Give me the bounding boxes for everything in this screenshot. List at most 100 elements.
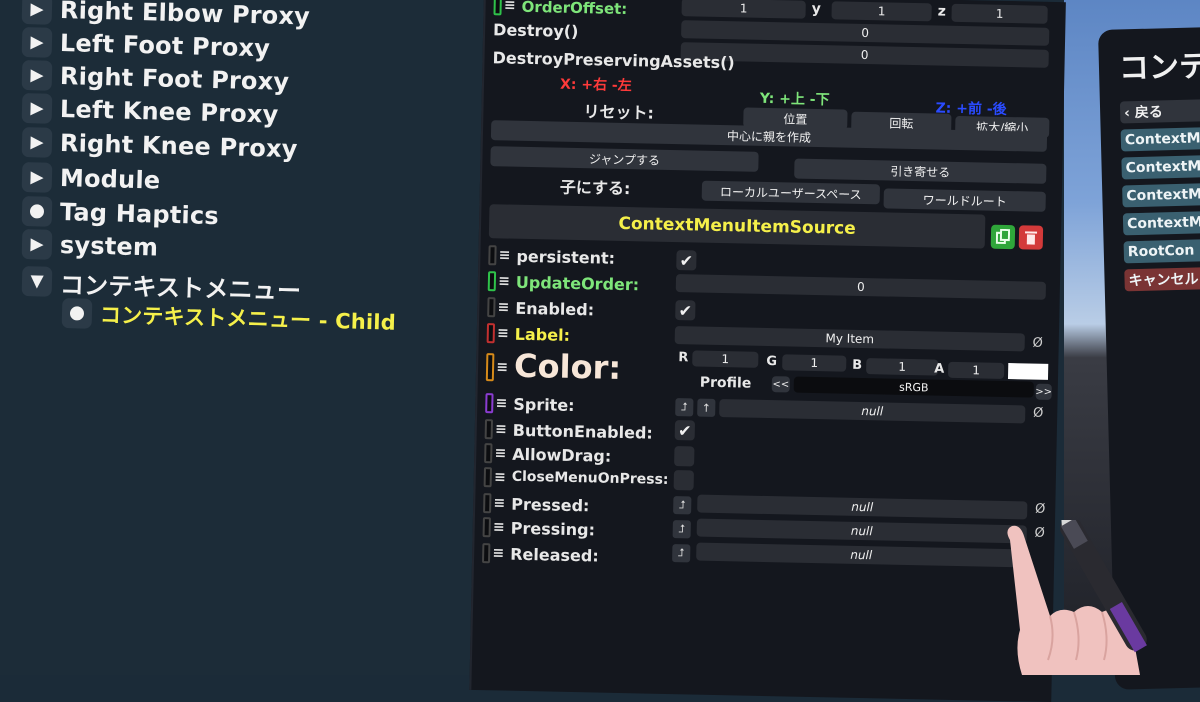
- jump-to-reference-icon[interactable]: ⮥: [673, 496, 692, 515]
- field-handle[interactable]: ≡: [483, 466, 506, 488]
- hierarchy-item-module[interactable]: ▶ Module: [21, 162, 161, 196]
- context-menu-item[interactable]: RootCon: [1123, 238, 1200, 264]
- field-handle[interactable]: ≡: [486, 322, 509, 344]
- clear-icon[interactable]: Ø: [1031, 335, 1045, 350]
- hierarchy-item-tag-haptics[interactable]: Tag Haptics: [21, 196, 220, 231]
- local-user-space-button[interactable]: ローカルユーザースペース: [701, 180, 881, 205]
- hierarchy-item-label: Right Elbow Proxy: [59, 0, 311, 31]
- color-b-field[interactable]: 1: [866, 358, 939, 376]
- context-menu-item[interactable]: ContextM: [1122, 210, 1200, 236]
- expand-triangle-icon[interactable]: ▶: [21, 229, 53, 260]
- hierarchy-item-left-foot-proxy[interactable]: ▶ Left Foot Proxy: [21, 27, 271, 63]
- released-field[interactable]: null: [696, 542, 1027, 568]
- expand-triangle-icon[interactable]: ▶: [21, 93, 53, 124]
- close-menu-on-press-label: CloseMenuOnPress:: [511, 468, 669, 488]
- pressed-label: Pressed:: [511, 494, 590, 516]
- hierarchy-item-label: Module: [59, 163, 161, 195]
- hierarchy-item-system[interactable]: ▶ system: [21, 229, 159, 263]
- position-z-field[interactable]: 1: [951, 3, 1048, 24]
- field-handle[interactable]: ≡: [483, 492, 505, 514]
- hierarchy-item-context-menu-child[interactable]: コンテキストメニュー - Child: [61, 298, 397, 337]
- hierarchy-item-left-knee-proxy[interactable]: ▶ Left Knee Proxy: [21, 93, 279, 130]
- cancel-button[interactable]: キャンセル: [1124, 266, 1200, 292]
- reset-label: リセット:: [583, 102, 655, 123]
- hierarchy-item-label: Left Knee Proxy: [59, 94, 279, 129]
- position-z-axis-label: z: [937, 3, 946, 20]
- field-handle[interactable]: ≡: [485, 392, 508, 414]
- color-g-label: G: [766, 353, 778, 370]
- hierarchy-item-label: Right Knee Proxy: [59, 128, 298, 164]
- position-y-field[interactable]: 1: [831, 1, 932, 22]
- clear-icon[interactable]: Ø: [1033, 501, 1047, 516]
- order-offset-field[interactable]: 0: [681, 20, 1050, 46]
- component-header[interactable]: ContextMenuItemSource: [488, 204, 986, 249]
- label-label: Label:: [514, 324, 571, 345]
- jump-to-reference-icon[interactable]: ⮥: [675, 398, 694, 417]
- clear-icon[interactable]: Ø: [1031, 405, 1045, 420]
- axis-y-hint: Y: +上 -下: [759, 90, 830, 109]
- button-enabled-label: ButtonEnabled:: [512, 420, 653, 443]
- context-menu-item[interactable]: ContextM: [1120, 126, 1200, 152]
- destroy-preserving-assets-button[interactable]: DestroyPreservingAssets(): [492, 48, 735, 72]
- persistent-label: persistent:: [516, 246, 616, 268]
- button-enabled-checkbox[interactable]: ✔: [674, 420, 696, 441]
- color-r-field[interactable]: 1: [692, 350, 759, 368]
- context-menu-item[interactable]: ContextM: [1122, 182, 1200, 208]
- jump-to-reference-icon[interactable]: ⮥: [672, 520, 691, 539]
- expand-triangle-icon[interactable]: ▶: [21, 162, 53, 193]
- field-handle[interactable]: ≡: [481, 542, 504, 564]
- expand-triangle-icon[interactable]: ▶: [21, 0, 53, 25]
- bring-to-button[interactable]: 引き寄せる: [794, 158, 1047, 184]
- context-menu-item[interactable]: ContextM: [1121, 154, 1200, 180]
- jump-to-reference-icon[interactable]: ⮥: [672, 544, 691, 563]
- trash-icon[interactable]: [1018, 225, 1044, 250]
- order-offset-label: OrderOffset:: [521, 0, 628, 19]
- profile-prev-button[interactable]: <<: [771, 376, 790, 393]
- leaf-dot-icon: [61, 298, 93, 329]
- sprite-field[interactable]: null: [719, 399, 1026, 424]
- field-handle[interactable]: ≡: [493, 0, 516, 17]
- world-root-button[interactable]: ワールドルート: [883, 188, 1046, 212]
- jump-to-button[interactable]: ジャンプする: [490, 146, 759, 172]
- hierarchy-item-right-knee-proxy[interactable]: ▶ Right Knee Proxy: [21, 127, 298, 164]
- hierarchy-item-right-elbow-proxy[interactable]: ▶ Right Elbow Proxy: [21, 0, 311, 32]
- color-a-label: A: [934, 361, 945, 377]
- field-handle[interactable]: ≡: [482, 516, 505, 538]
- field-handle[interactable]: ≡: [487, 270, 510, 292]
- back-button[interactable]: ‹ 戻る: [1119, 98, 1200, 124]
- expand-triangle-icon[interactable]: ▶: [21, 127, 53, 158]
- field-handle[interactable]: ≡: [484, 418, 507, 440]
- duplicate-icon[interactable]: [990, 224, 1016, 250]
- pressed-field[interactable]: null: [697, 494, 1028, 520]
- field-handle[interactable]: ≡: [484, 442, 506, 464]
- label-field[interactable]: My Item: [674, 326, 1025, 352]
- color-a-field[interactable]: 1: [947, 361, 1005, 379]
- profile-next-button[interactable]: >>: [1035, 383, 1052, 400]
- up-arrow-icon[interactable]: ↑: [697, 398, 716, 417]
- position-x-field[interactable]: 1: [681, 0, 806, 19]
- color-g-field[interactable]: 1: [782, 354, 847, 372]
- field-handle[interactable]: ≡: [485, 352, 509, 382]
- enabled-checkbox[interactable]: ✔: [675, 300, 696, 321]
- hierarchy-item-right-foot-proxy[interactable]: ▶ Right Foot Proxy: [21, 60, 290, 97]
- expand-triangle-icon[interactable]: ▶: [21, 27, 53, 58]
- child-of-label: 子にする:: [559, 177, 631, 199]
- leaf-dot-icon: [21, 196, 53, 227]
- destroy-field[interactable]: 0: [680, 42, 1049, 68]
- color-r-label: R: [678, 350, 689, 366]
- position-y-axis-label: y: [811, 0, 821, 18]
- color-swatch[interactable]: [1007, 363, 1049, 380]
- collapse-triangle-icon[interactable]: ▼: [21, 266, 53, 297]
- close-menu-on-press-checkbox[interactable]: [673, 470, 694, 491]
- destroy-button[interactable]: Destroy(): [493, 20, 579, 41]
- expand-triangle-icon[interactable]: ▶: [21, 60, 53, 91]
- allow-drag-checkbox[interactable]: [674, 446, 695, 467]
- field-handle[interactable]: ≡: [488, 244, 511, 266]
- sprite-label: Sprite:: [513, 394, 575, 415]
- vr-hand-pointer: [1007, 520, 1147, 675]
- released-label: Released:: [509, 544, 599, 566]
- pressing-field[interactable]: null: [696, 518, 1027, 544]
- field-handle[interactable]: ≡: [487, 296, 510, 318]
- update-order-field[interactable]: 0: [675, 274, 1047, 300]
- persistent-checkbox[interactable]: ✔: [676, 250, 697, 271]
